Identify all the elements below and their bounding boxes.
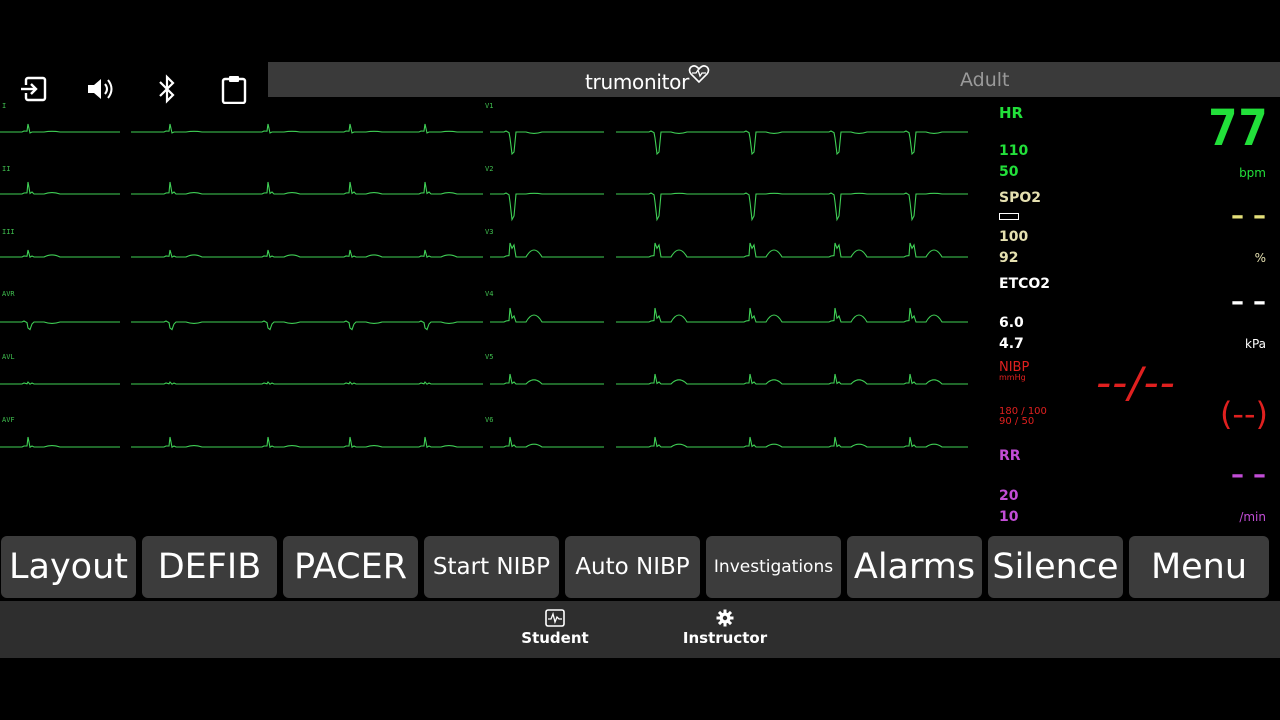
etco2-unit: kPa — [1245, 337, 1266, 351]
ecg-trace-v5-2 — [490, 373, 604, 385]
student-mode-tab[interactable]: Student — [495, 607, 615, 647]
hr-high-limit: 110 — [999, 143, 1029, 159]
mode-footer: Student Instructor — [0, 601, 1280, 658]
ecg-trace-avl-0 — [0, 381, 120, 385]
layout-button[interactable]: Layout — [1, 536, 136, 598]
menu-button[interactable]: Menu — [1129, 536, 1269, 598]
etco2-value: – – — [1230, 287, 1266, 317]
ecg-trace-v5-3 — [616, 373, 968, 385]
ecg-trace-v6-2 — [490, 436, 604, 448]
etco2-label: ETCO2 — [999, 276, 1051, 292]
spo2-value: – – — [1230, 201, 1266, 231]
nibp-unit: mmHg — [999, 373, 1026, 382]
ecg-trace-iii-1 — [131, 249, 483, 259]
investigations-button[interactable]: Investigations — [706, 536, 841, 598]
rr-low-limit: 10 — [999, 509, 1019, 525]
start-nibp-button[interactable]: Start NIBP — [424, 536, 559, 598]
ecg-12-lead-waveforms — [0, 123, 968, 449]
etco2-low-limit: 4.7 — [999, 336, 1024, 352]
auto-nibp-button[interactable]: Auto NIBP — [565, 536, 700, 598]
nibp-mean-value: (--) — [1219, 395, 1268, 433]
hr-label: HR — [999, 104, 1024, 122]
ecg-trace-ii-0 — [0, 181, 120, 195]
ecg-trace-v3-2 — [490, 242, 604, 258]
ecg-trace-ii-1 — [131, 181, 483, 195]
defib-button[interactable]: DEFIB — [142, 536, 277, 598]
rr-value: – – — [1230, 460, 1266, 490]
header-bar: trumonitor Adult — [268, 62, 1280, 97]
ecg-trace-avf-1 — [131, 436, 483, 449]
rr-unit: /min — [1239, 510, 1266, 524]
nibp-dia-limits: 90 / 50 — [999, 416, 1035, 427]
brand-logo: trumonitor — [585, 70, 689, 94]
ecg-trace-i-0 — [0, 123, 120, 134]
ecg-trace-avr-1 — [131, 320, 483, 331]
silence-button[interactable]: Silence — [988, 536, 1123, 598]
pacer-button[interactable]: PACER — [283, 536, 418, 598]
signal-strength-bar — [999, 213, 1019, 220]
ecg-trace-v6-3 — [616, 436, 968, 448]
ecg-trace-v1-3 — [616, 130, 968, 156]
instructor-mode-tab[interactable]: Instructor — [665, 607, 785, 647]
instructor-label: Instructor — [682, 629, 768, 647]
spo2-high-limit: 100 — [999, 229, 1029, 245]
rr-label: RR — [999, 448, 1021, 464]
hr-unit: bpm — [1239, 166, 1266, 180]
spo2-unit: % — [1254, 251, 1266, 265]
rr-high-limit: 20 — [999, 488, 1019, 504]
etco2-high-limit: 6.0 — [999, 315, 1024, 331]
hr-low-limit: 50 — [999, 164, 1019, 180]
ecg-trace-v4-3 — [616, 307, 968, 323]
ecg-trace-avl-1 — [131, 381, 483, 385]
spo2-low-limit: 92 — [999, 250, 1019, 266]
gear-icon — [665, 607, 785, 629]
ecg-trace-v2-3 — [616, 192, 968, 222]
ecg-trace-avf-0 — [0, 436, 120, 449]
ecg-trace-avr-0 — [0, 320, 120, 331]
control-button-bar: Layout DEFIB PACER Start NIBP Auto NIBP … — [0, 536, 1280, 600]
ecg-trace-v4-2 — [490, 307, 604, 323]
ecg-trace-v2-2 — [490, 192, 604, 222]
hr-value: 77 — [1207, 99, 1268, 157]
ecg-trace-v1-2 — [490, 130, 604, 156]
ecg-trace-i-1 — [131, 123, 483, 134]
patient-type: Adult — [960, 69, 1010, 91]
student-label: Student — [521, 629, 589, 647]
alarms-button[interactable]: Alarms — [847, 536, 982, 598]
spo2-label: SPO2 — [999, 190, 1041, 206]
heart-logo-icon — [688, 64, 710, 88]
nibp-value: --/-- — [1096, 358, 1176, 407]
ecg-trace-iii-0 — [0, 249, 120, 259]
waveform-icon — [495, 607, 615, 629]
ecg-trace-v3-3 — [616, 242, 968, 258]
